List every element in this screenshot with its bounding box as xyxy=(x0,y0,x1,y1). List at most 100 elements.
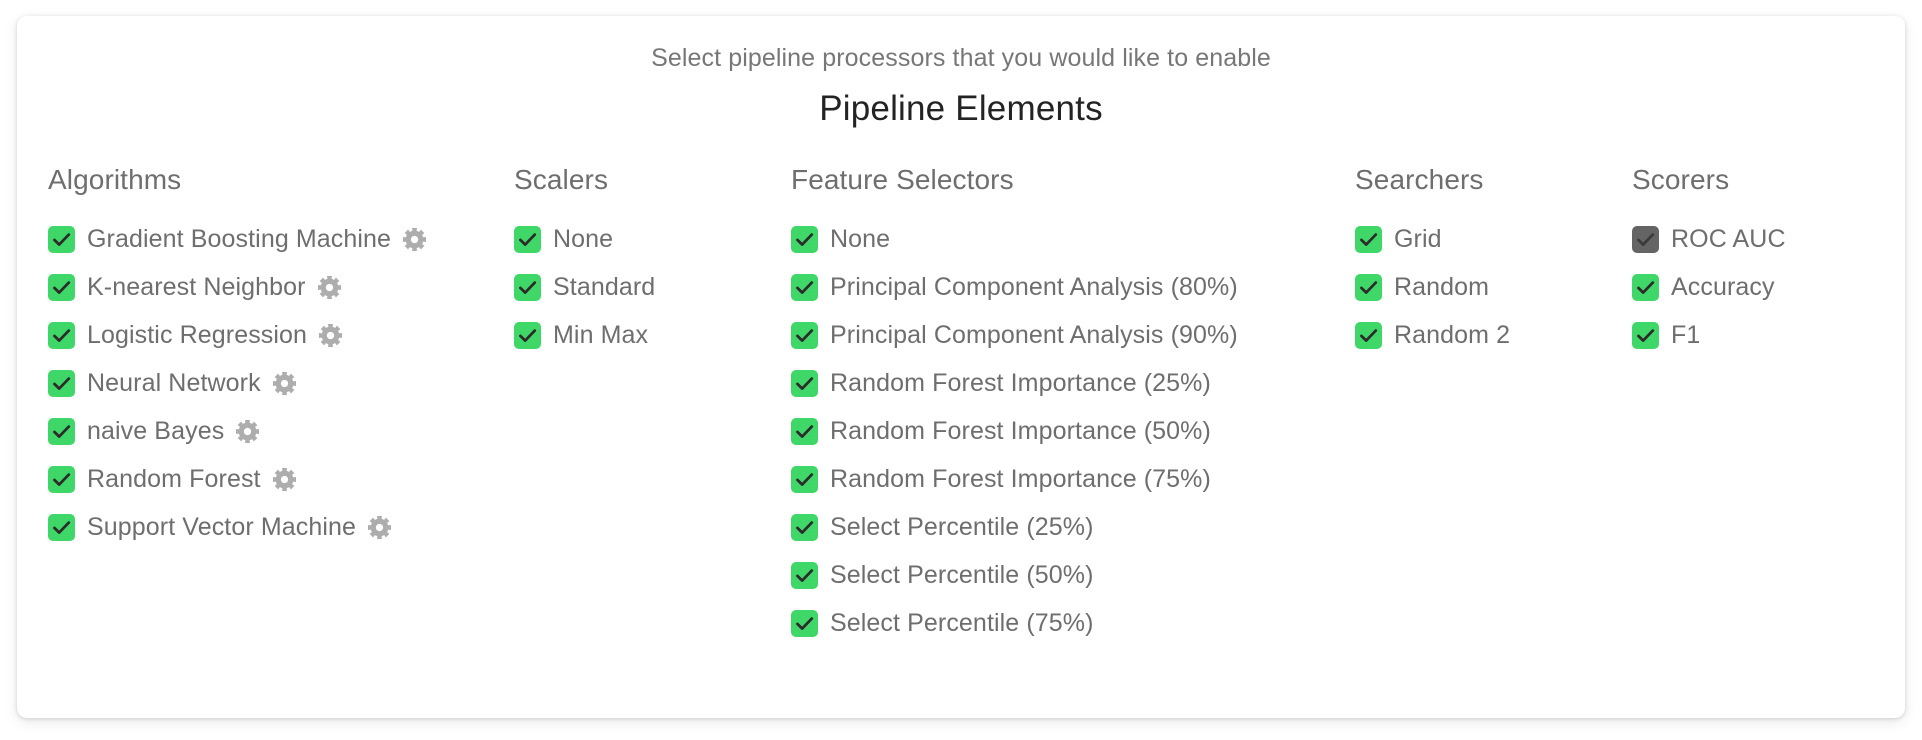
option-row[interactable]: naive Bayes xyxy=(48,407,514,455)
option-label: K-nearest Neighbor xyxy=(87,273,306,301)
check-icon xyxy=(796,280,814,294)
check-icon xyxy=(796,472,814,486)
column-title-algorithms: Algorithms xyxy=(48,164,182,195)
check-icon xyxy=(1637,232,1655,246)
check-icon xyxy=(53,280,71,294)
checkbox-checked[interactable] xyxy=(791,417,818,445)
option-row[interactable]: Standard xyxy=(514,263,791,311)
option-row[interactable]: Accuracy xyxy=(1632,263,1882,311)
option-row[interactable]: Grid xyxy=(1355,215,1632,263)
checkbox-checked[interactable] xyxy=(1355,321,1382,349)
option-row[interactable]: None xyxy=(514,215,791,263)
column-scalers: Scalers None Standard Min Max xyxy=(514,164,791,359)
option-label: Select Percentile (75%) xyxy=(830,609,1094,637)
gear-icon[interactable] xyxy=(317,275,342,300)
checkbox-checked[interactable] xyxy=(514,321,541,349)
option-row[interactable]: Gradient Boosting Machine xyxy=(48,215,514,263)
option-label: Logistic Regression xyxy=(87,321,308,349)
checkbox-checked[interactable] xyxy=(791,225,818,253)
option-row[interactable]: Principal Component Analysis (80%) xyxy=(791,263,1355,311)
gear-icon[interactable] xyxy=(402,227,427,252)
option-label: Accuracy xyxy=(1671,273,1775,301)
option-label: Select Percentile (50%) xyxy=(830,561,1094,589)
option-row[interactable]: Neural Network xyxy=(48,359,514,407)
checkbox-checked[interactable] xyxy=(791,465,818,493)
column-scorers: Scorers ROC AUC Accuracy F1 xyxy=(1632,164,1882,359)
option-label: Grid xyxy=(1394,225,1442,253)
check-icon xyxy=(53,424,71,438)
check-icon xyxy=(1637,328,1655,342)
option-label: Random 2 xyxy=(1394,321,1511,349)
checkbox-checked[interactable] xyxy=(1355,225,1382,253)
checkbox-checked[interactable] xyxy=(791,609,818,637)
option-label: Support Vector Machine xyxy=(87,513,357,541)
option-label: naive Bayes xyxy=(87,417,225,445)
option-row[interactable]: Select Percentile (75%) xyxy=(791,599,1355,647)
checkbox-checked[interactable] xyxy=(1632,273,1659,301)
gear-icon[interactable] xyxy=(272,467,297,492)
option-label: Random Forest xyxy=(87,465,261,493)
check-icon xyxy=(796,616,814,630)
check-icon xyxy=(796,376,814,390)
option-row[interactable]: Random Forest Importance (50%) xyxy=(791,407,1355,455)
column-title-searchers: Searchers xyxy=(1355,164,1484,195)
checkbox-checked[interactable] xyxy=(48,273,75,301)
page-root: Select pipeline processors that you woul… xyxy=(0,0,1922,740)
checkbox-checked[interactable] xyxy=(514,273,541,301)
page-title: Pipeline Elements xyxy=(819,89,1103,128)
option-row[interactable]: Select Percentile (50%) xyxy=(791,551,1355,599)
option-row[interactable]: Logistic Regression xyxy=(48,311,514,359)
check-icon xyxy=(53,520,71,534)
check-icon xyxy=(1360,232,1378,246)
pipeline-elements-card: Select pipeline processors that you woul… xyxy=(17,16,1905,718)
option-row[interactable]: Random 2 xyxy=(1355,311,1632,359)
gear-icon[interactable] xyxy=(235,419,260,444)
option-row[interactable]: Random xyxy=(1355,263,1632,311)
check-icon xyxy=(519,232,537,246)
checkbox-checked[interactable] xyxy=(1632,321,1659,349)
option-row[interactable]: Random Forest Importance (25%) xyxy=(791,359,1355,407)
option-row[interactable]: Support Vector Machine xyxy=(48,503,514,551)
checkbox-checked[interactable] xyxy=(791,561,818,589)
checkbox-checked[interactable] xyxy=(791,513,818,541)
column-title-scorers: Scorers xyxy=(1632,164,1730,195)
column-title-scalers: Scalers xyxy=(514,164,609,195)
option-row[interactable]: ROC AUC xyxy=(1632,215,1882,263)
option-row[interactable]: Min Max xyxy=(514,311,791,359)
gear-icon[interactable] xyxy=(272,371,297,396)
check-icon xyxy=(519,328,537,342)
column-feature_selectors: Feature Selectors None Principal Component… xyxy=(791,164,1355,647)
column-title-feature_selectors: Feature Selectors xyxy=(791,164,1014,195)
checkbox-checked[interactable] xyxy=(48,465,75,493)
checkbox-checked[interactable] xyxy=(48,225,75,253)
option-row[interactable]: Select Percentile (25%) xyxy=(791,503,1355,551)
checkbox-checked[interactable] xyxy=(791,369,818,397)
check-icon xyxy=(1637,280,1655,294)
option-row[interactable]: Random Forest xyxy=(48,455,514,503)
checkbox-checked[interactable] xyxy=(791,321,818,349)
checkbox-checked[interactable] xyxy=(514,225,541,253)
page-subtitle: Select pipeline processors that you woul… xyxy=(651,44,1271,72)
option-row[interactable]: F1 xyxy=(1632,311,1882,359)
checkbox-checked[interactable] xyxy=(1355,273,1382,301)
check-icon xyxy=(796,520,814,534)
checkbox-disabled[interactable] xyxy=(1632,225,1659,253)
option-row[interactable]: Principal Component Analysis (90%) xyxy=(791,311,1355,359)
check-icon xyxy=(796,424,814,438)
option-label: Gradient Boosting Machine xyxy=(87,225,392,253)
option-label: Standard xyxy=(553,273,656,301)
checkbox-checked[interactable] xyxy=(48,369,75,397)
option-label: F1 xyxy=(1671,321,1701,349)
checkbox-checked[interactable] xyxy=(48,321,75,349)
gear-icon[interactable] xyxy=(367,515,392,540)
option-row[interactable]: Random Forest Importance (75%) xyxy=(791,455,1355,503)
checkbox-checked[interactable] xyxy=(791,273,818,301)
gear-icon[interactable] xyxy=(318,323,343,348)
check-icon xyxy=(796,328,814,342)
checkbox-checked[interactable] xyxy=(48,513,75,541)
check-icon xyxy=(1360,328,1378,342)
option-row[interactable]: None xyxy=(791,215,1355,263)
check-icon xyxy=(53,232,71,246)
checkbox-checked[interactable] xyxy=(48,417,75,445)
option-row[interactable]: K-nearest Neighbor xyxy=(48,263,514,311)
